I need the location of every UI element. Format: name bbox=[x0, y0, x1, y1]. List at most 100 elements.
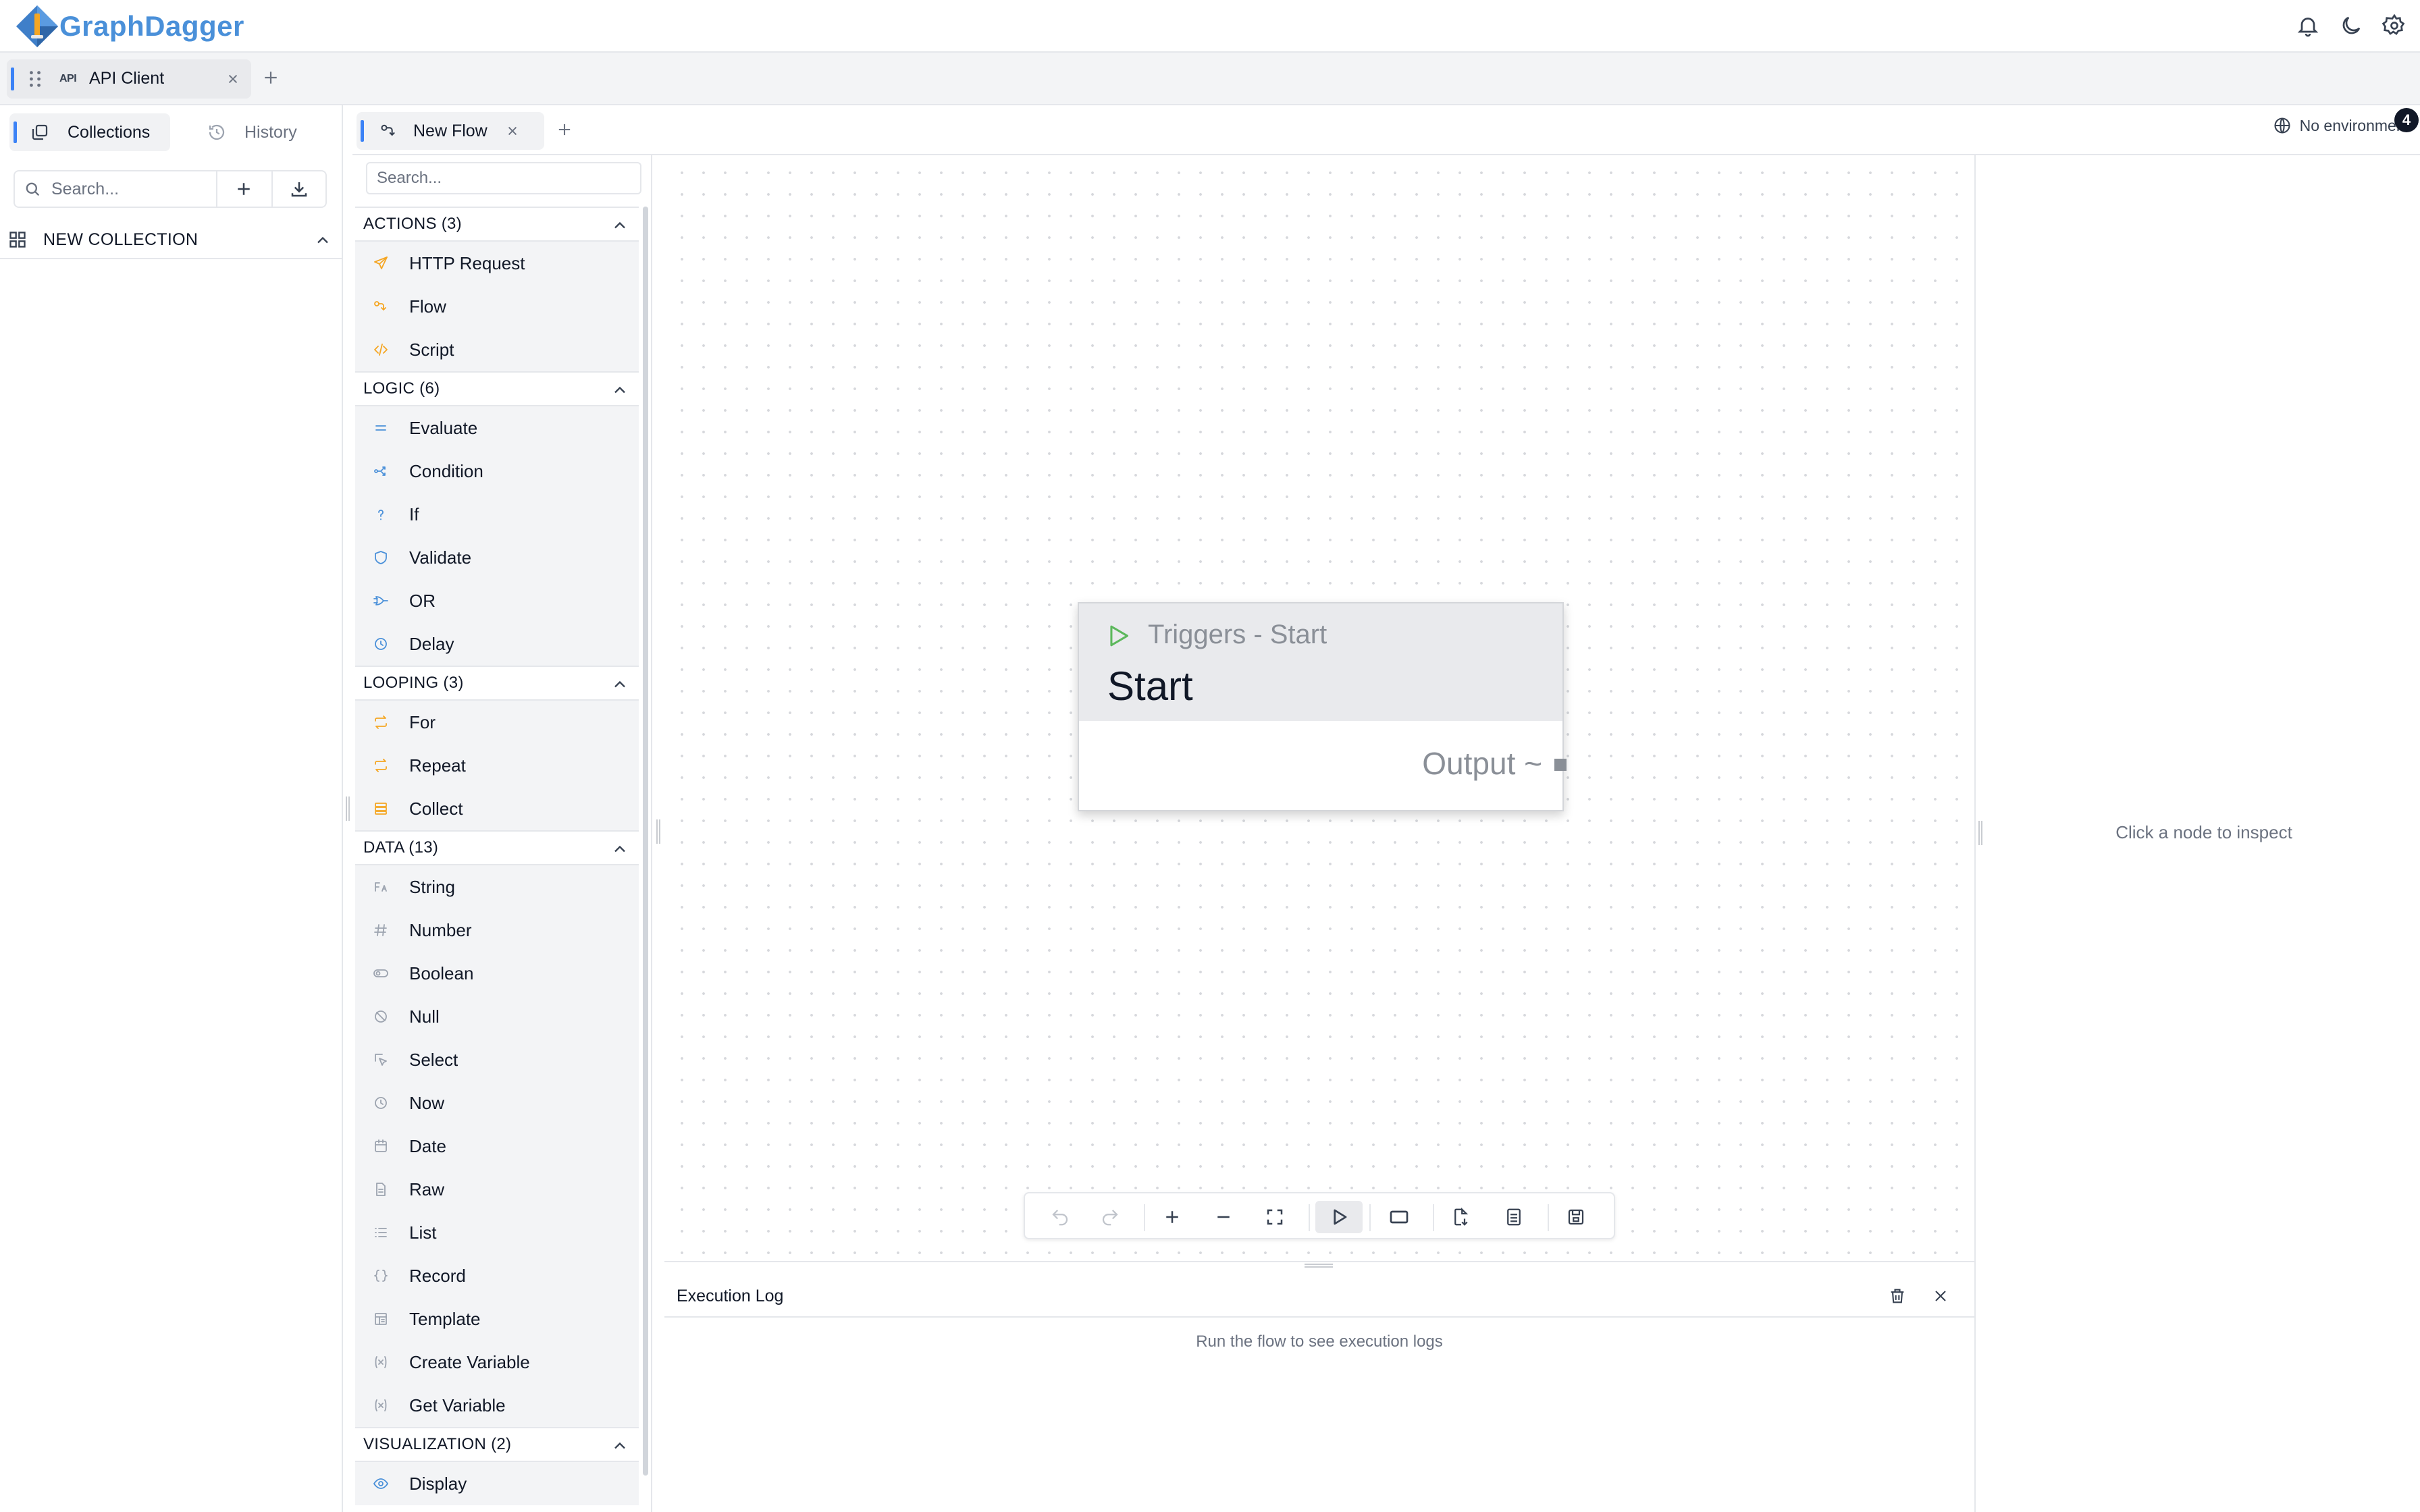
palette-item-label: Delay bbox=[409, 633, 454, 654]
add-workspace-tab-icon[interactable] bbox=[261, 68, 281, 88]
gear-icon[interactable] bbox=[2382, 14, 2406, 38]
frame-button[interactable] bbox=[1383, 1201, 1415, 1233]
node-title: Start bbox=[1107, 664, 1193, 709]
palette-item-collect[interactable]: Collect bbox=[355, 787, 639, 830]
palette-section-header[interactable]: DATA (13) bbox=[355, 830, 639, 865]
palette-item-or[interactable]: OR bbox=[355, 579, 639, 622]
import-collection-button[interactable] bbox=[271, 171, 325, 207]
toolbar-separator bbox=[1548, 1204, 1549, 1231]
palette-item-for[interactable]: For bbox=[355, 701, 639, 744]
palette-item-number[interactable]: Number bbox=[355, 909, 639, 952]
variable-icon bbox=[373, 1397, 389, 1413]
palette-item-label: OR bbox=[409, 590, 436, 611]
tab-collections-label: Collections bbox=[68, 122, 151, 142]
palette-scrollbar[interactable] bbox=[643, 207, 648, 1476]
text-icon bbox=[373, 879, 389, 895]
branch-icon bbox=[373, 463, 389, 479]
palette-section-header[interactable]: LOOPING (3) bbox=[355, 666, 639, 701]
palette-item-http-request[interactable]: HTTP Request bbox=[355, 242, 639, 285]
palette-item-get-variable[interactable]: Get Variable bbox=[355, 1384, 639, 1427]
inspector-resize-handle[interactable] bbox=[1978, 821, 1982, 845]
palette-item-create-variable[interactable]: Create Variable bbox=[355, 1341, 639, 1384]
palette-item-date[interactable]: Date bbox=[355, 1125, 639, 1168]
palette-item-label: If bbox=[409, 504, 419, 524]
palette-item-evaluate[interactable]: Evaluate bbox=[355, 406, 639, 450]
palette-item-boolean[interactable]: Boolean bbox=[355, 952, 639, 995]
chevron-up-icon[interactable] bbox=[610, 1436, 629, 1455]
palette-item-if[interactable]: If bbox=[355, 493, 639, 536]
palette-item-flow[interactable]: Flow bbox=[355, 285, 639, 328]
output-port[interactable] bbox=[1554, 759, 1567, 771]
drag-handle-icon[interactable] bbox=[27, 70, 43, 88]
palette-item-label: String bbox=[409, 876, 455, 897]
add-collection-button[interactable] bbox=[216, 171, 270, 207]
tab-collections[interactable]: Collections bbox=[9, 113, 170, 151]
palette-item-now[interactable]: Now bbox=[355, 1081, 639, 1125]
chevron-up-icon[interactable] bbox=[313, 231, 332, 250]
palette-section-header[interactable]: VISUALIZATION (2) bbox=[355, 1427, 639, 1462]
palette-item-string[interactable]: String bbox=[355, 865, 639, 909]
palette-item-list[interactable]: List bbox=[355, 1211, 639, 1254]
palette-item-condition[interactable]: Condition bbox=[355, 450, 639, 493]
toolbar-separator bbox=[1433, 1204, 1434, 1231]
trash-icon[interactable] bbox=[1888, 1287, 1907, 1305]
execution-log-title: Execution Log bbox=[677, 1287, 784, 1305]
workspace-tab-api-client[interactable]: API API Client bbox=[7, 59, 251, 99]
zoom-out-button[interactable] bbox=[1207, 1201, 1240, 1233]
palette-resize-handle[interactable] bbox=[656, 819, 660, 844]
palette-item-record[interactable]: Record bbox=[355, 1254, 639, 1297]
run-button[interactable] bbox=[1315, 1201, 1363, 1233]
palette-section-header[interactable]: ACTIONS (3) bbox=[355, 207, 639, 242]
palette-item-select[interactable]: Select bbox=[355, 1038, 639, 1081]
palette-item-null[interactable]: Null bbox=[355, 995, 639, 1038]
close-icon[interactable] bbox=[504, 122, 521, 140]
shield-icon bbox=[373, 549, 389, 566]
flow-tab-new-flow[interactable]: New Flow bbox=[357, 112, 544, 150]
moon-icon[interactable] bbox=[2339, 14, 2363, 38]
collections-search-input[interactable] bbox=[51, 179, 207, 199]
palette-item-label: Display bbox=[409, 1473, 467, 1494]
palette-search-input[interactable] bbox=[377, 163, 633, 193]
search-icon bbox=[26, 182, 40, 196]
palette-section-header[interactable]: LOGIC (6) bbox=[355, 371, 639, 406]
palette-item-label: Evaluate bbox=[409, 417, 478, 438]
chevron-up-icon[interactable] bbox=[610, 216, 629, 235]
chevron-up-icon[interactable] bbox=[610, 840, 629, 859]
sidebar-resize-handle[interactable] bbox=[346, 796, 350, 821]
export-button[interactable] bbox=[1445, 1201, 1477, 1233]
redo-button[interactable] bbox=[1094, 1201, 1126, 1233]
close-icon[interactable] bbox=[224, 70, 242, 88]
log-resize-handle[interactable] bbox=[1305, 1264, 1333, 1268]
tab-history[interactable]: History bbox=[203, 113, 324, 151]
or-gate-icon bbox=[373, 593, 389, 609]
palette-item-raw[interactable]: Raw bbox=[355, 1168, 639, 1211]
redo-icon bbox=[1102, 1210, 1118, 1226]
collection-item[interactable]: NEW COLLECTION bbox=[0, 221, 342, 259]
app-logo[interactable]: GraphDagger bbox=[15, 4, 244, 49]
palette-item-delay[interactable]: Delay bbox=[355, 622, 639, 666]
notes-button[interactable] bbox=[1498, 1201, 1530, 1233]
palette-item-display[interactable]: Display bbox=[355, 1462, 639, 1505]
node-palette: ACTIONS (3) HTTP Request Flow Script LOGIC (… bbox=[352, 155, 651, 1512]
palette-item-template[interactable]: Template bbox=[355, 1297, 639, 1341]
zoom-in-button[interactable] bbox=[1156, 1201, 1188, 1233]
collections-icon bbox=[32, 124, 48, 140]
palette-item-validate[interactable]: Validate bbox=[355, 536, 639, 579]
palette-item-script[interactable]: Script bbox=[355, 328, 639, 371]
add-flow-tab-icon[interactable] bbox=[555, 120, 574, 139]
null-icon bbox=[373, 1008, 389, 1025]
undo-button[interactable] bbox=[1044, 1201, 1076, 1233]
close-icon[interactable] bbox=[1931, 1287, 1950, 1305]
palette-search bbox=[366, 162, 641, 194]
start-node[interactable]: Triggers - Start Start Output ~ bbox=[1078, 602, 1567, 811]
fit-view-button[interactable] bbox=[1259, 1201, 1291, 1233]
bell-icon[interactable] bbox=[2296, 14, 2320, 38]
palette-item-label: Validate bbox=[409, 547, 472, 568]
save-button[interactable] bbox=[1560, 1201, 1592, 1233]
palette-item-repeat[interactable]: Repeat bbox=[355, 744, 639, 787]
environment-selector[interactable]: No environment 4 bbox=[2273, 108, 2419, 135]
chevron-up-icon[interactable] bbox=[610, 675, 629, 694]
node-type-label: Triggers - Start bbox=[1148, 620, 1327, 649]
chevron-up-icon[interactable] bbox=[610, 381, 629, 400]
palette-section-label: LOOPING (3) bbox=[363, 674, 464, 692]
